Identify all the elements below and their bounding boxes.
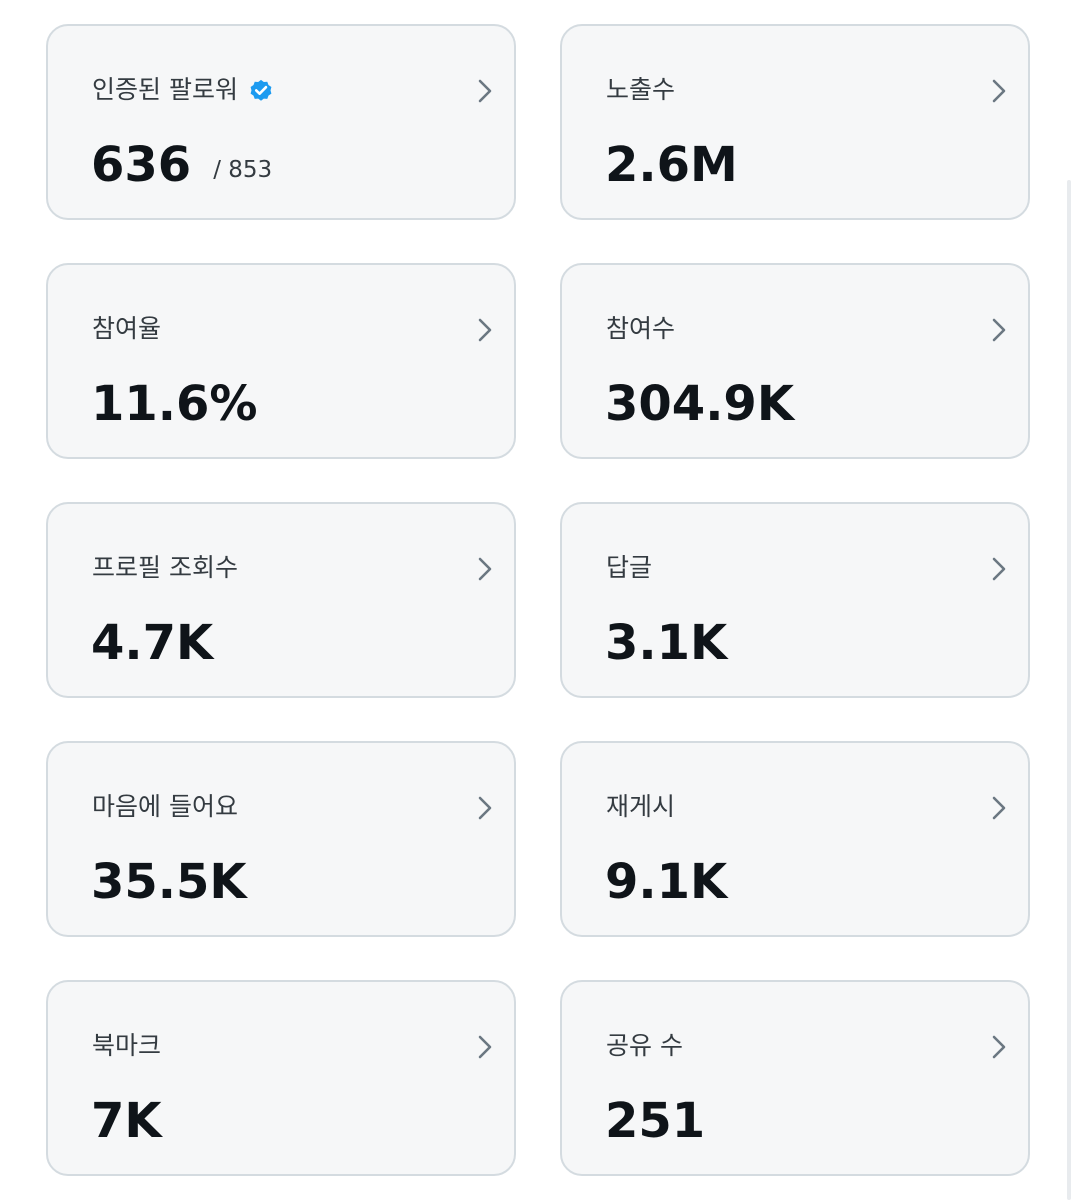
metric-title: 인증된 팔로워	[92, 75, 238, 104]
metric-card-reposts[interactable]: 재게시 9.1K	[560, 741, 1030, 937]
metric-title: 재게시	[606, 792, 676, 821]
chevron-right-icon	[474, 315, 496, 345]
metric-title: 마음에 들어요	[92, 792, 238, 821]
metric-card-profile-visits[interactable]: 프로필 조회수 4.7K	[46, 502, 516, 698]
chevron-right-icon	[988, 315, 1010, 345]
metric-title: 프로필 조회수	[92, 553, 238, 582]
metric-value: 9.1K	[605, 854, 728, 910]
metric-value-row: 636 / 853	[91, 136, 272, 199]
metric-value: 304.9K	[605, 376, 795, 432]
metric-title: 참여율	[92, 314, 162, 343]
metric-value: 251	[605, 1093, 706, 1149]
metric-value: 636	[91, 137, 192, 193]
metric-card-verified-followers[interactable]: 인증된 팔로워 636 / 853	[46, 24, 516, 220]
metric-title: 답글	[606, 553, 653, 582]
metric-card-engagements[interactable]: 참여수 304.9K	[560, 263, 1030, 459]
metric-card-impressions[interactable]: 노출수 2.6M	[560, 24, 1030, 220]
metric-title: 노출수	[606, 75, 676, 104]
metric-value: 2.6M	[605, 137, 738, 193]
metric-card-shares[interactable]: 공유 수 251	[560, 980, 1030, 1176]
metric-total: / 853	[213, 157, 273, 183]
metric-card-engagement-rate[interactable]: 참여율 11.6%	[46, 263, 516, 459]
metric-card-bookmarks[interactable]: 북마크 7K	[46, 980, 516, 1176]
metric-value: 35.5K	[91, 854, 247, 910]
chevron-right-icon	[474, 76, 496, 106]
verified-badge-icon	[248, 77, 274, 103]
chevron-right-icon	[474, 793, 496, 823]
metric-title-row: 인증된 팔로워	[92, 74, 274, 106]
chevron-right-icon	[474, 554, 496, 584]
metric-value: 4.7K	[91, 615, 214, 671]
chevron-right-icon	[988, 76, 1010, 106]
chevron-right-icon	[988, 1032, 1010, 1062]
metric-value: 3.1K	[605, 615, 728, 671]
metric-card-likes[interactable]: 마음에 들어요 35.5K	[46, 741, 516, 937]
metric-title: 북마크	[92, 1031, 162, 1060]
chevron-right-icon	[988, 554, 1010, 584]
metric-value: 7K	[91, 1093, 162, 1149]
metric-value: 11.6%	[91, 376, 258, 432]
scrollbar[interactable]	[1067, 180, 1071, 1200]
metric-title: 참여수	[606, 314, 676, 343]
metric-title: 공유 수	[606, 1031, 683, 1060]
metrics-grid: 인증된 팔로워 636 / 853 노출수 2.6M 참여율 11.6% 참여수 …	[46, 24, 1030, 1176]
metric-card-replies[interactable]: 답글 3.1K	[560, 502, 1030, 698]
chevron-right-icon	[474, 1032, 496, 1062]
chevron-right-icon	[988, 793, 1010, 823]
